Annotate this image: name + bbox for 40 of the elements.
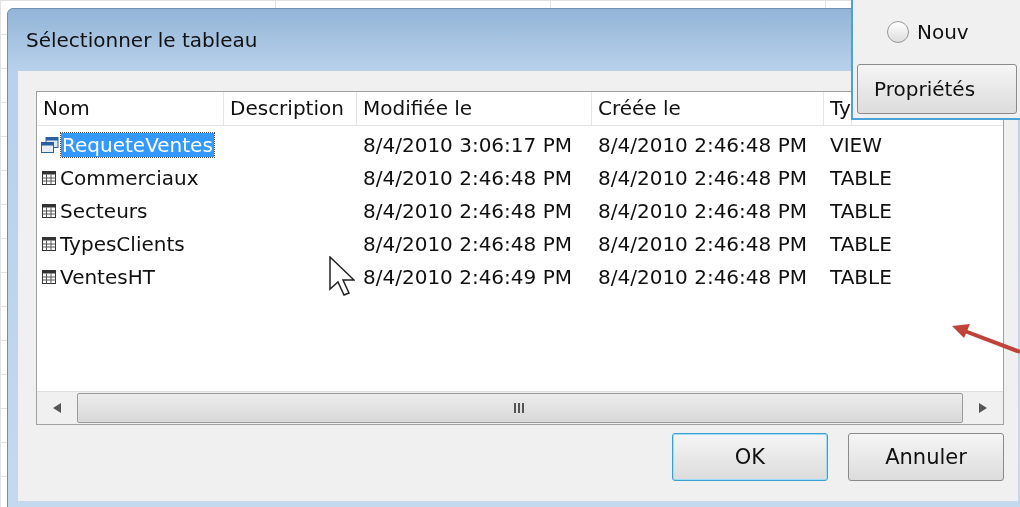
table-cell: 8/4/2010 2:46:48 PM — [598, 264, 807, 289]
table-icon — [41, 235, 57, 252]
column-header[interactable]: Créée le — [592, 92, 824, 125]
row-name[interactable]: Secteurs — [59, 198, 149, 223]
radio-button[interactable] — [887, 21, 909, 43]
table-icon — [41, 268, 57, 285]
table-cell: 8/4/2010 2:46:48 PM — [363, 198, 572, 223]
row-name[interactable]: VentesHT — [59, 264, 156, 289]
column-header[interactable]: Description — [224, 92, 357, 125]
table-icon — [41, 202, 57, 219]
window-title: Sélectionner le tableau — [26, 27, 258, 54]
row-name[interactable]: Commerciaux — [59, 165, 200, 190]
table-cell: 8/4/2010 3:06:17 PM — [363, 132, 572, 157]
radio-label[interactable]: Nouv — [917, 20, 969, 44]
ok-button[interactable]: OK — [672, 433, 828, 481]
row-name[interactable]: TypesClients — [59, 231, 186, 256]
view-icon — [41, 136, 59, 153]
table-cell: TABLE — [830, 264, 892, 289]
table-cell: 8/4/2010 2:46:48 PM — [598, 231, 807, 256]
scrollbar-thumb[interactable] — [77, 393, 963, 423]
cancel-button[interactable]: Annuler — [848, 433, 1004, 481]
mouse-cursor-icon — [329, 256, 355, 296]
table-cell: 8/4/2010 2:46:48 PM — [363, 231, 572, 256]
properties-button[interactable]: Propriétés — [857, 64, 1017, 114]
column-header[interactable]: Modifiée le — [357, 92, 592, 125]
table-cell: TABLE — [830, 198, 892, 223]
left-arrow-icon[interactable] — [53, 403, 61, 413]
table-cell: 8/4/2010 2:46:48 PM — [598, 198, 807, 223]
right-arrow-icon[interactable] — [979, 403, 987, 413]
table-cell: TABLE — [830, 165, 892, 190]
table-cell: 8/4/2010 2:46:48 PM — [598, 165, 807, 190]
horizontal-scrollbar[interactable] — [37, 391, 1003, 424]
table-icon — [41, 169, 57, 186]
table-cell: 8/4/2010 2:46:48 PM — [598, 132, 807, 157]
table-cell: 8/4/2010 2:46:48 PM — [363, 165, 572, 190]
table-cell: 8/4/2010 2:46:49 PM — [363, 264, 572, 289]
table-cell: VIEW — [830, 132, 882, 157]
grip-icon — [514, 403, 526, 413]
table-cell: TABLE — [830, 231, 892, 256]
column-header[interactable]: Nom — [37, 92, 224, 125]
